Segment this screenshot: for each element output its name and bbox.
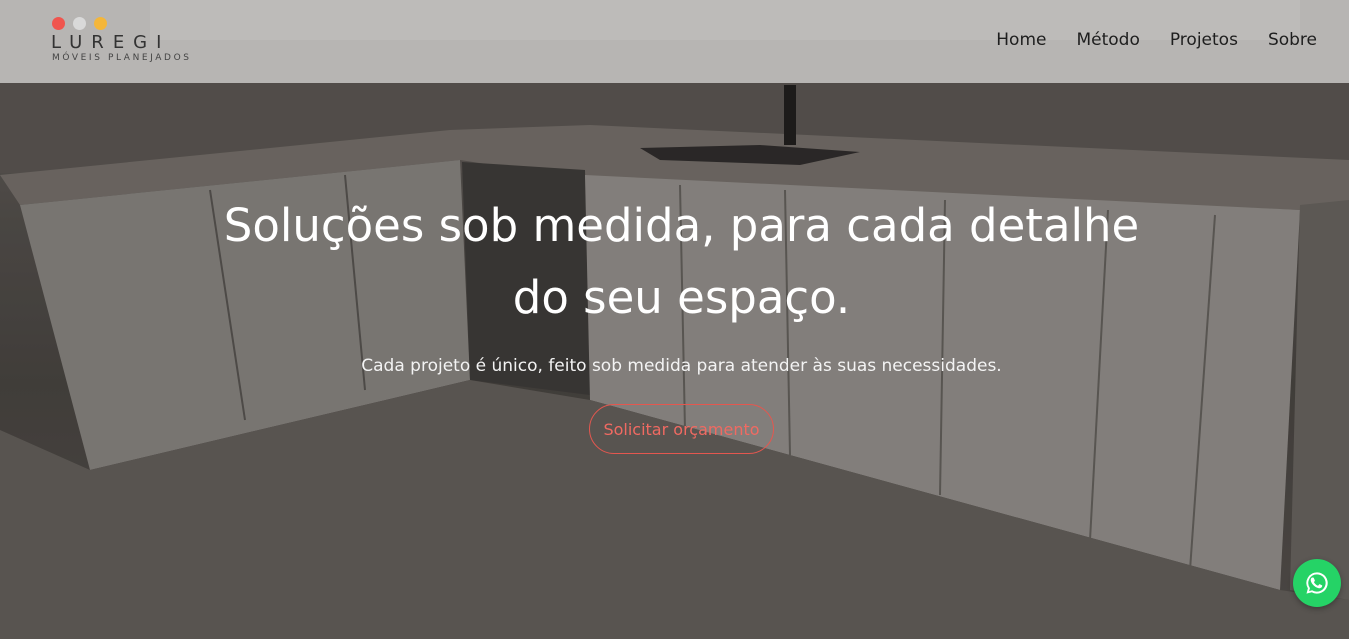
brand-logo[interactable]: LUREGI MÓVEIS PLANEJADOS	[51, 16, 211, 68]
logo-dot-red	[52, 17, 65, 30]
site-header: LUREGI MÓVEIS PLANEJADOS Home Método Pro…	[0, 0, 1349, 83]
hero-subtitle: Cada projeto é único, feito sob medida p…	[361, 356, 1002, 376]
logo-dot-gray	[73, 17, 86, 30]
nav-home[interactable]: Home	[996, 30, 1046, 50]
main-nav: Home Método Projetos Sobre	[996, 30, 1317, 50]
whatsapp-icon	[1306, 572, 1328, 594]
hero-title: Soluções sob medida, para cada detalhe d…	[200, 190, 1163, 334]
brand-tagline: MÓVEIS PLANEJADOS	[52, 53, 192, 63]
logo-dot-yellow	[94, 17, 107, 30]
nav-metodo[interactable]: Método	[1076, 30, 1139, 50]
brand-name: LUREGI	[51, 32, 171, 53]
nav-sobre[interactable]: Sobre	[1268, 30, 1317, 50]
whatsapp-button[interactable]	[1293, 559, 1341, 607]
logo-dots	[52, 17, 107, 30]
request-quote-button[interactable]: Solicitar orçamento	[589, 404, 774, 454]
nav-projetos[interactable]: Projetos	[1170, 30, 1238, 50]
hero-title-line1: Soluções sob medida, para cada detalhe	[223, 199, 1140, 252]
hero-title-line2: do seu espaço.	[512, 271, 851, 324]
